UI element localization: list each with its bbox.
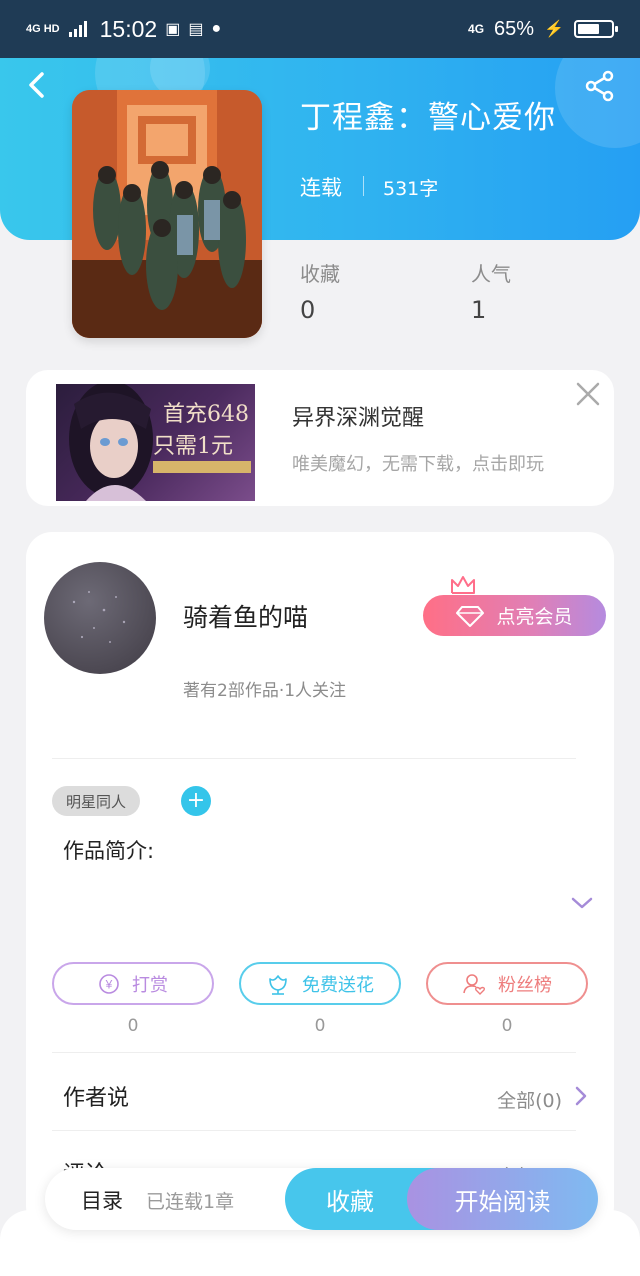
divider <box>363 176 364 196</box>
location-icon: ● <box>211 20 222 37</box>
book-title: 丁程鑫：警心爱你 <box>300 100 556 136</box>
ad-promo-text: 只需1元 <box>153 434 233 459</box>
send-flower-label: 免费送花 <box>302 974 374 996</box>
author-meta: 著有2部作品·1人关注 <box>183 681 347 701</box>
chapter-count: 已连载1章 <box>146 1191 235 1213</box>
fans-count: 0 <box>501 1016 513 1036</box>
fans-icon <box>463 973 486 995</box>
tip-button[interactable]: ¥ 打赏 <box>52 962 214 1005</box>
mobile-network: 4G <box>468 22 485 36</box>
chevron-right-icon <box>575 1086 587 1106</box>
send-flower-button[interactable]: 免费送花 <box>239 962 401 1005</box>
divider <box>52 758 576 759</box>
favorites-count: 0 <box>300 296 316 324</box>
share-button[interactable] <box>584 70 616 102</box>
signal-icon <box>68 21 87 37</box>
crown-icon <box>451 576 475 594</box>
app-notification-icon: ▤ <box>188 21 204 38</box>
add-tag-button[interactable]: + <box>181 786 211 816</box>
popularity-label: 人气 <box>471 262 511 286</box>
cover-art <box>72 90 262 338</box>
signal-indicator: 4G HD <box>26 23 60 35</box>
ad-image: 首充648 只需1元 <box>56 384 255 501</box>
ad-promo-text: 首充648 <box>163 402 249 427</box>
vip-button[interactable]: 点亮会员 <box>423 595 606 636</box>
status-time: 15:02 <box>99 15 158 42</box>
author-says-label: 作者说 <box>63 1086 130 1111</box>
status-bar: 4G HD 15:02 ▣ ▤ ● 4G 65% ⚡ <box>0 0 640 58</box>
fans-ranking-label: 粉丝榜 <box>498 974 552 996</box>
divider <box>52 1052 576 1053</box>
start-reading-button[interactable]: 开始阅读 <box>407 1168 598 1230</box>
flower-icon <box>269 974 287 995</box>
vip-button-label: 点亮会员 <box>496 606 573 628</box>
battery-percent: 65% <box>494 17 535 40</box>
svg-text:¥: ¥ <box>105 977 113 991</box>
fans-ranking-button[interactable]: 粉丝榜 <box>426 962 588 1005</box>
diamond-icon <box>456 605 485 627</box>
tip-label: 打赏 <box>132 974 168 996</box>
genre-tag[interactable]: 明星同人 <box>52 786 141 816</box>
battery-icon <box>574 20 618 38</box>
yen-icon: ¥ <box>99 973 119 994</box>
ad-description: 唯美魔幻，无需下载，点击即玩 <box>292 454 544 475</box>
bottom-action-bar: 目录 已连载1章 收藏 开始阅读 <box>45 1168 598 1230</box>
book-detail-card: 骑着鱼的喵 著有2部作品·1人关注 点亮会员 明星同人 + 作品简介: ¥ 打赏… <box>26 532 614 1232</box>
plus-icon: + <box>186 788 206 813</box>
battery-fill <box>578 24 599 34</box>
toc-button[interactable]: 目录 <box>81 1185 123 1215</box>
intro-label: 作品简介: <box>63 839 155 863</box>
author-name[interactable]: 骑着鱼的喵 <box>183 598 308 634</box>
back-button[interactable] <box>22 70 52 100</box>
book-status: 连载 <box>300 176 342 200</box>
flower-count: 0 <box>314 1016 326 1036</box>
tip-count: 0 <box>127 1016 139 1036</box>
ad-title: 异界深渊觉醒 <box>292 406 425 431</box>
favorites-label: 收藏 <box>300 262 340 286</box>
close-icon[interactable] <box>574 380 602 408</box>
book-cover[interactable] <box>72 90 262 338</box>
author-says-all[interactable]: 全部(0) <box>497 1086 562 1113</box>
charging-icon: ⚡ <box>544 21 564 38</box>
word-count: 531字 <box>383 178 439 200</box>
avatar-stars <box>72 591 126 643</box>
ad-promo-strip <box>153 461 251 473</box>
popularity-count: 1 <box>471 296 487 324</box>
divider <box>52 1130 576 1131</box>
author-avatar[interactable] <box>44 562 156 674</box>
notification-icon: ▣ <box>165 21 181 38</box>
ad-banner[interactable]: 首充648 只需1元 异界深渊觉醒 唯美魔幻，无需下载，点击即玩 <box>26 370 614 506</box>
chevron-down-icon[interactable] <box>570 894 594 912</box>
